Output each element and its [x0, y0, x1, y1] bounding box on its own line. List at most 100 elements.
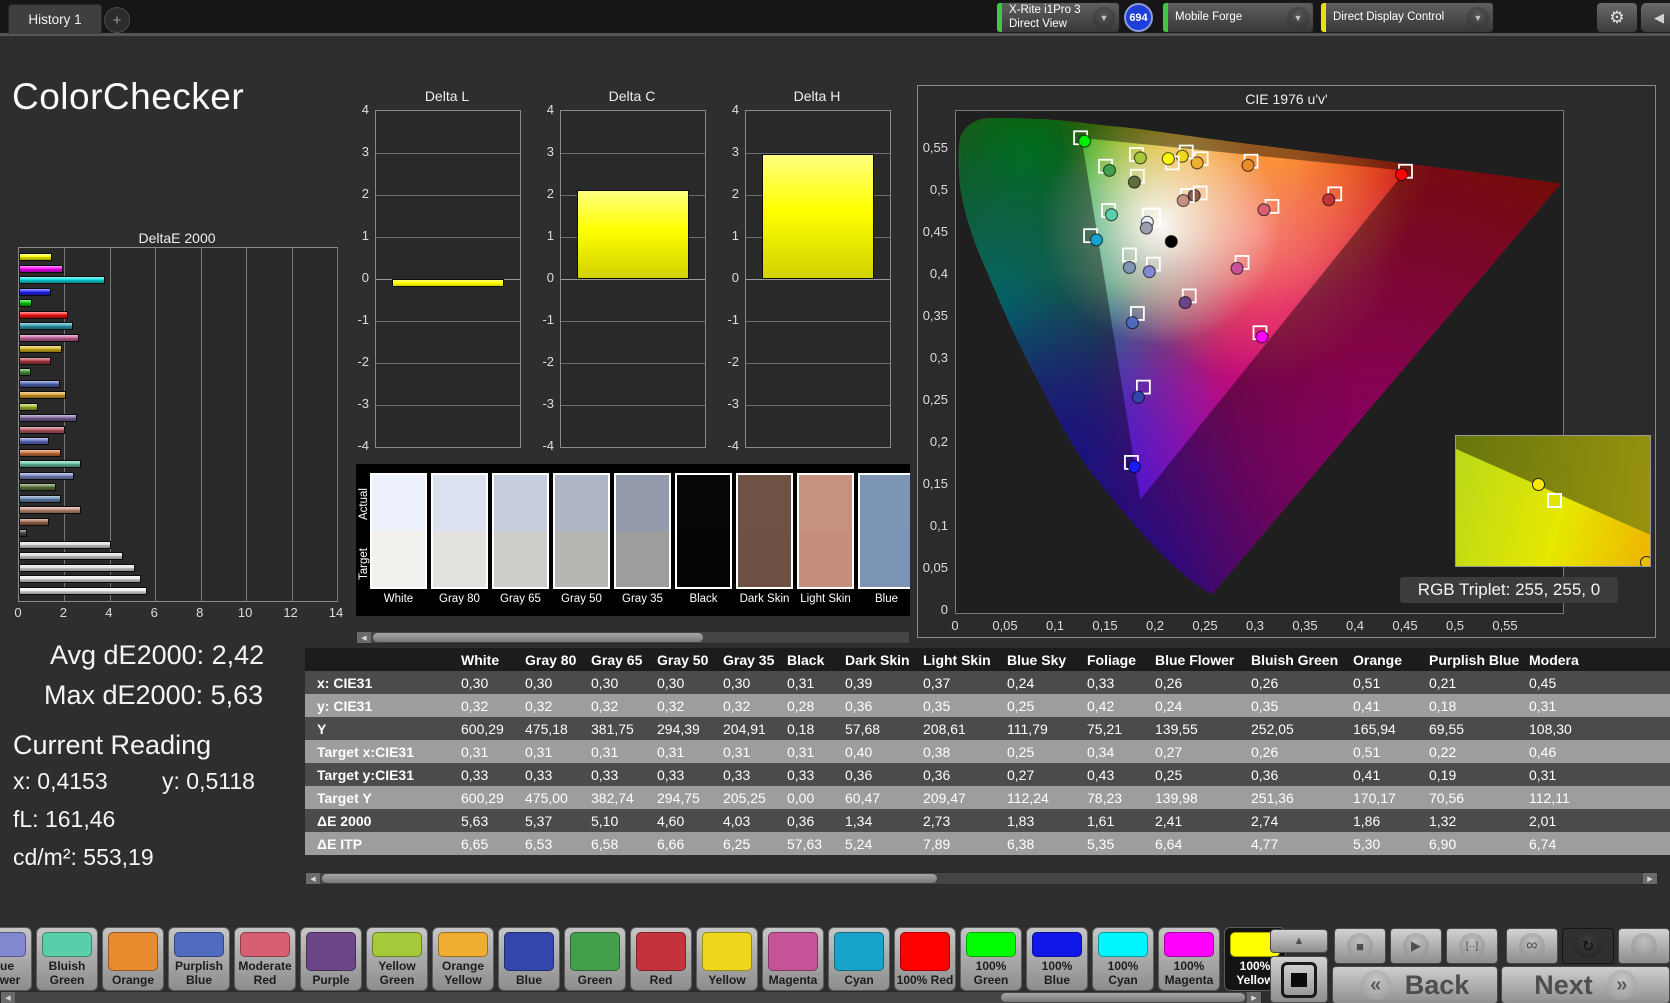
patch-button-purple[interactable]: Purple [300, 927, 362, 991]
delta-bar [391, 279, 505, 288]
column-header: Purplish Blue [1425, 648, 1525, 671]
patch-button-yellow[interactable]: Yellow [696, 927, 758, 991]
cie-x-tick-label: 0,55 [1492, 618, 1518, 633]
table-scrollbar-thumb[interactable] [322, 874, 937, 883]
delta-tick-label: -2 [542, 354, 554, 369]
cie-chart-title: CIE 1976 u'v' [1245, 91, 1328, 107]
pattern-window-button[interactable] [1270, 956, 1328, 1003]
collapse-panel-button[interactable]: ◀ [1640, 2, 1670, 33]
page-title: ColorChecker [12, 76, 245, 117]
patch-button-magenta[interactable]: Magenta [762, 927, 824, 991]
reading-y: y: 0,5118 [162, 768, 255, 794]
tab-history-1[interactable]: History 1 [8, 4, 102, 34]
display-control-dropdown[interactable]: Direct Display Control ▼ [1320, 2, 1494, 33]
measured-marker [1127, 175, 1141, 189]
patch-button-label: Blue Flower [0, 959, 21, 987]
patch-button-red[interactable]: Red [630, 927, 692, 991]
patch-button-label: Purple [312, 972, 350, 987]
reading-cdm2: cd/m²: 553,19 [13, 844, 154, 870]
table-cell: 475,18 [521, 717, 587, 740]
row-label: ΔE 2000 [305, 809, 457, 832]
stop-button[interactable]: ■ [1334, 928, 1386, 964]
patch-button-100-green[interactable]: 100% Green [960, 927, 1022, 991]
back-button[interactable]: « Back [1332, 966, 1498, 1003]
add-tab-button[interactable]: + [104, 7, 130, 33]
table-cell: 5,30 [1349, 832, 1425, 855]
strip-scrollbar-thumb[interactable] [373, 633, 703, 642]
table-cell: 204,91 [719, 717, 783, 740]
gear-icon[interactable]: ⚙ [1596, 2, 1638, 33]
step-button[interactable]: [··] [1446, 928, 1498, 964]
patch-button-100-red[interactable]: 100% Red [894, 927, 956, 991]
table-cell: 0,31 [1525, 763, 1670, 786]
cie-x-tick-label: 0,15 [1092, 618, 1118, 633]
patch-button-orange-yellow[interactable]: Orange Yellow [432, 927, 494, 991]
scroll-right-icon[interactable]: ▶ [1247, 992, 1261, 1003]
delta-tick-label: -4 [727, 438, 739, 453]
patch-button-yellow-green[interactable]: Yellow Green [366, 927, 428, 991]
table-cell: 1,34 [841, 809, 919, 832]
delta-gridline [376, 321, 520, 322]
deltae-bar [19, 448, 62, 457]
stop-icon: ■ [1347, 933, 1373, 959]
play-button[interactable]: ▶ [1390, 928, 1442, 964]
table-cell: 0,25 [1003, 694, 1083, 717]
patch-button-moderate-red[interactable]: Moderate Red [234, 927, 296, 991]
patch-button-orange[interactable]: Orange [102, 927, 164, 991]
chevron-down-icon: ▼ [1287, 6, 1309, 29]
table-cell: 0,32 [521, 694, 587, 717]
measured-marker [1122, 260, 1137, 275]
patch-button-100-cyan[interactable]: 100% Cyan [1092, 927, 1154, 991]
table-cell: 205,25 [719, 786, 783, 809]
cie-x-tick-label: 0,1 [1045, 618, 1065, 633]
patch-button-100-magenta[interactable]: 100% Magenta [1158, 927, 1220, 991]
patch-button-blue-flower[interactable]: Blue Flower [0, 927, 32, 991]
table-cell: 0,31 [653, 740, 719, 763]
table-cell: 0,27 [1151, 740, 1247, 763]
deltae-bar [19, 333, 79, 342]
delta-tick-label: 0 [546, 270, 554, 285]
workflow-dropdown[interactable]: Mobile Forge ▼ [1162, 2, 1314, 33]
swatch-column: Gray 50 [553, 464, 610, 616]
patch-button-blue[interactable]: Blue [498, 927, 560, 991]
scroll-left-icon[interactable]: ◀ [1, 992, 15, 1003]
patch-scrollbar-thumb[interactable] [1001, 993, 1245, 1002]
patch-button-100-blue[interactable]: 100% Blue [1026, 927, 1088, 991]
expand-up-button[interactable]: ▲ [1270, 929, 1328, 953]
patch-button-bluish-green[interactable]: Bluish Green [36, 927, 98, 991]
patch-row-scrollbar[interactable]: ◀ ▶ [0, 991, 1262, 1003]
table-cell: 208,61 [919, 717, 1003, 740]
meter-dropdown[interactable]: X-Rite i1Pro 3 Direct View ▼ [996, 2, 1120, 33]
deltae-bar [19, 310, 68, 319]
patch-button-cyan[interactable]: Cyan [828, 927, 890, 991]
deltae-bar [19, 379, 60, 388]
scroll-right-icon[interactable]: ▶ [1643, 873, 1657, 884]
row-label: Y [305, 717, 457, 740]
delta-tick-label: 0 [361, 270, 369, 285]
chevron-left-icon: « [1360, 970, 1391, 1000]
table-cell: 0,31 [783, 671, 841, 694]
deltae-bar [19, 391, 67, 399]
meter-name: X-Rite i1Pro 3 [1009, 4, 1081, 17]
scroll-left-icon[interactable]: ◀ [357, 632, 371, 643]
loop-button-active[interactable]: ↻ [1562, 928, 1614, 964]
cie-x-tick-label: 0,25 [1192, 618, 1218, 633]
deltae-bar [19, 552, 124, 560]
patch-button-purplish-blue[interactable]: Purplish Blue [168, 927, 230, 991]
next-button[interactable]: Next » [1501, 966, 1670, 1003]
table-cell: 0,33 [783, 763, 841, 786]
table-row: y: CIE31 0,32 0,32 0,32 0,32 0,32 0,28 0,36 0,35… [305, 694, 1670, 717]
table-cell: 0,30 [653, 671, 719, 694]
continuous-button[interactable]: ∞ [1506, 928, 1558, 964]
patch-button-label: Cyan [844, 972, 874, 987]
strip-scrollbar[interactable]: ◀ [356, 631, 910, 644]
swatch-column: Gray 80 [431, 464, 488, 616]
extra-transport-button[interactable] [1618, 928, 1670, 964]
scroll-left-icon[interactable]: ◀ [306, 873, 320, 884]
table-scrollbar[interactable]: ◀ ▶ [305, 872, 1658, 885]
table-cell: 0,51 [1349, 671, 1425, 694]
table-cell: 5,37 [521, 809, 587, 832]
table-cell: 0,35 [1247, 694, 1349, 717]
delta-tick-label: 4 [361, 102, 369, 117]
patch-button-green[interactable]: Green [564, 927, 626, 991]
